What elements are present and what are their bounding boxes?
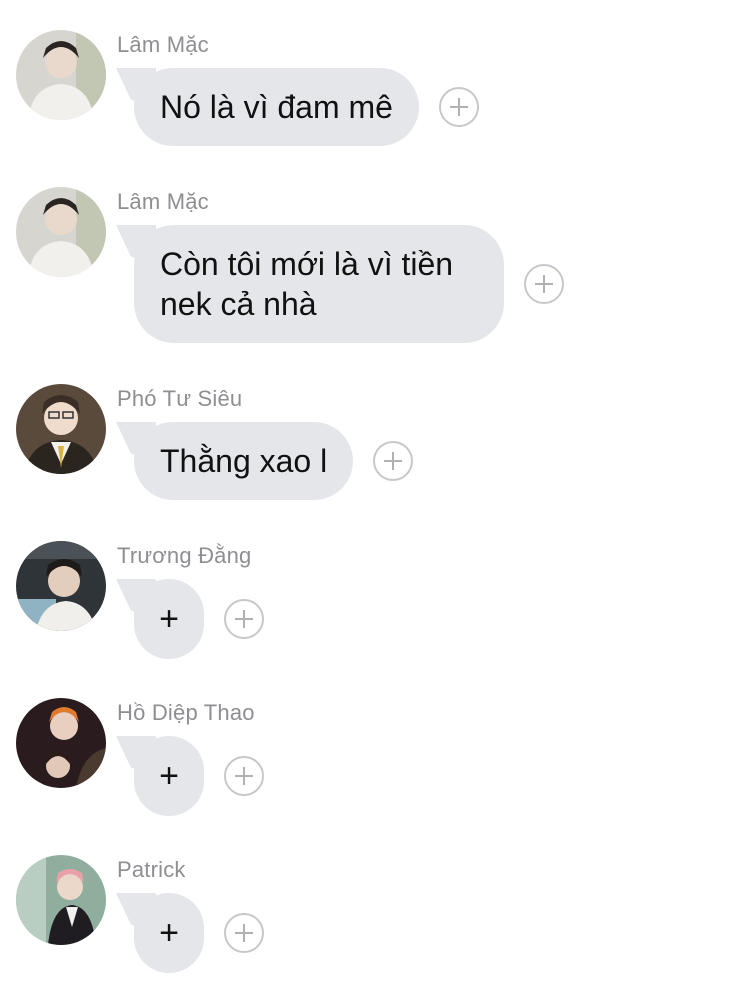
plus-circle-icon[interactable] (438, 87, 479, 127)
avatar[interactable] (16, 187, 106, 277)
message-text: + (159, 600, 179, 638)
sender-name: Lâm Mặc (117, 32, 209, 57)
message-text: + (159, 914, 179, 952)
sender-name: Lâm Mặc (117, 189, 209, 214)
avatar[interactable] (16, 384, 106, 474)
message-text: + (159, 757, 179, 795)
sender-name: Trương Đằng (117, 543, 252, 568)
sender-name: Phó Tư Siêu (117, 386, 243, 411)
message-bubble[interactable]: + (134, 893, 204, 973)
avatar[interactable] (16, 698, 106, 788)
message-bubble[interactable]: + (134, 736, 204, 816)
avatar[interactable] (16, 30, 106, 120)
sender-name: Hồ Diệp Thao (117, 700, 255, 725)
plus-circle-icon[interactable] (224, 756, 264, 796)
plus-circle-icon[interactable] (524, 264, 564, 304)
sender-name: Patrick (117, 857, 186, 882)
message-bubble[interactable]: Còn tôi mới là vì tiền nek cả nhà (134, 225, 504, 343)
message-bubble[interactable]: Nó là vì đam mê (134, 68, 419, 146)
plus-circle-icon[interactable] (373, 441, 414, 481)
message-bubble[interactable]: + (134, 579, 204, 659)
plus-circle-icon[interactable] (224, 599, 264, 639)
message-bubble[interactable]: Thằng xao l (134, 422, 354, 500)
plus-circle-icon[interactable] (224, 913, 264, 953)
avatar[interactable] (16, 855, 106, 945)
avatar[interactable] (16, 541, 106, 631)
